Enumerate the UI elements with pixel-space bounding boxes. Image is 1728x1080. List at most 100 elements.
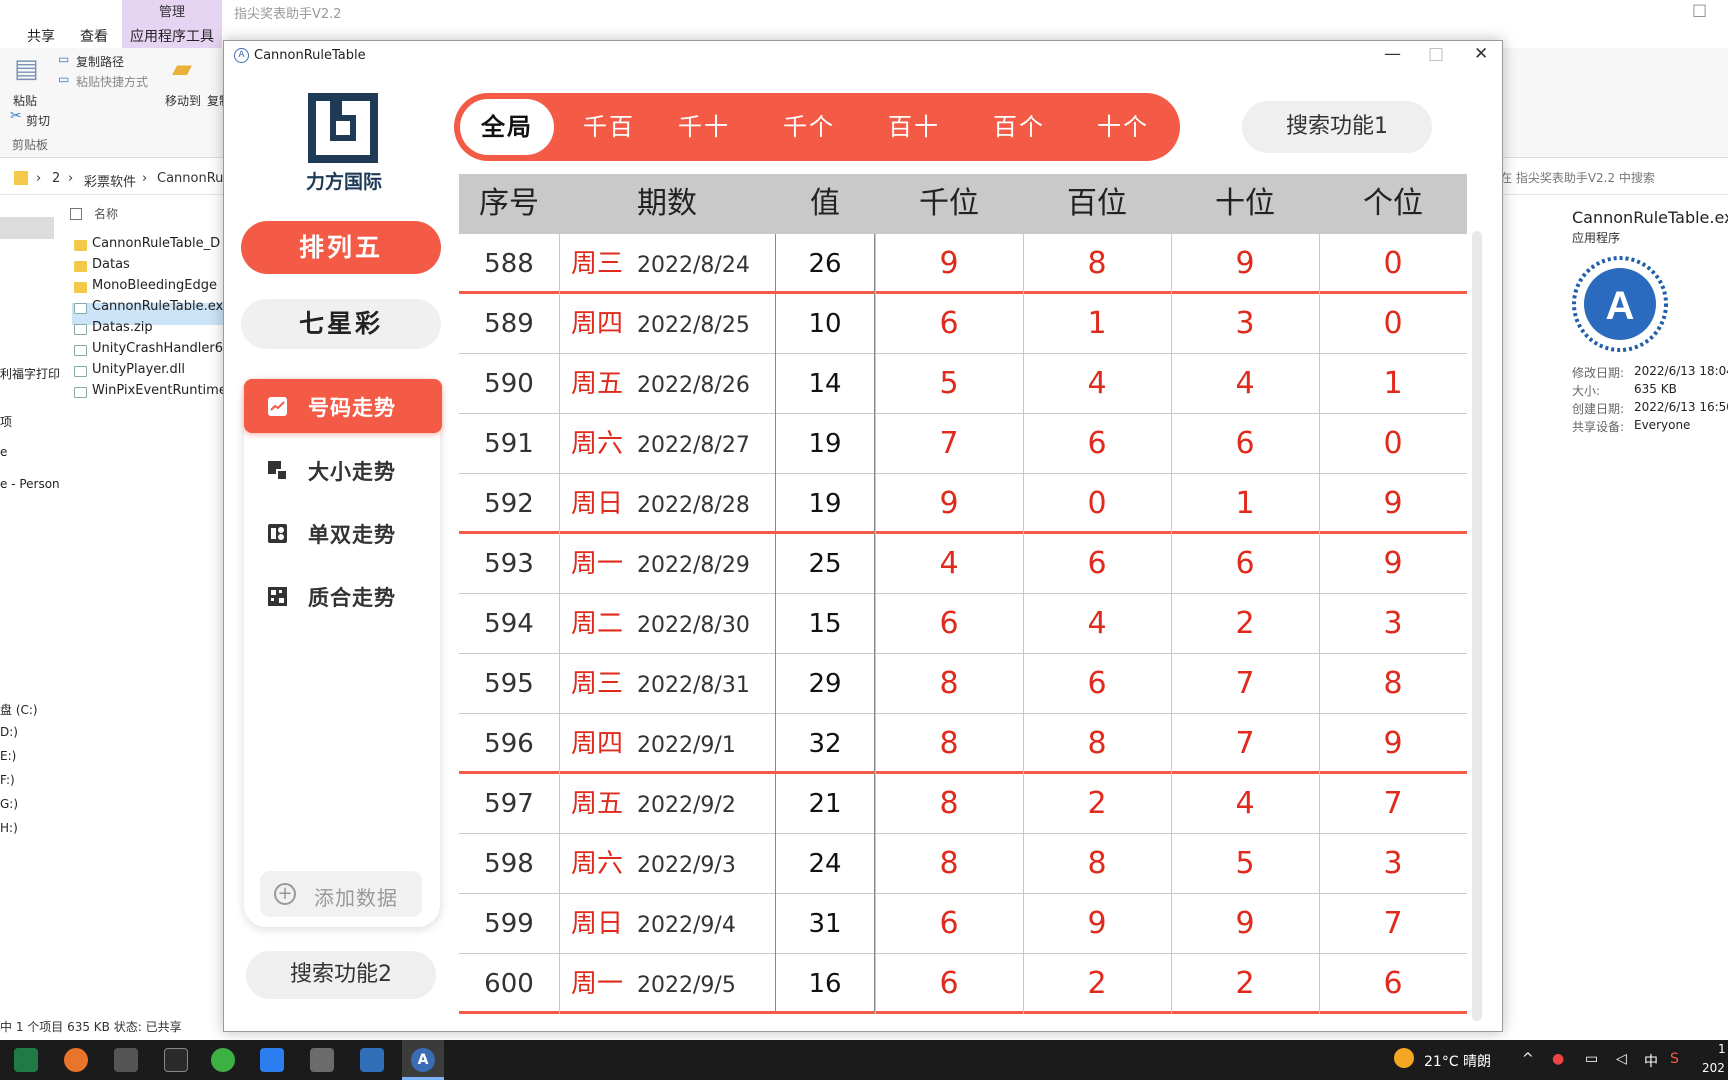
lottery-pailie5-button[interactable]: 排列五 xyxy=(241,221,441,274)
tab-manage[interactable]: 管理 应用程序工具 xyxy=(122,0,222,48)
sogou-icon[interactable]: S xyxy=(1670,1051,1679,1067)
table-row[interactable]: 600 周一 2022/9/5 16 6 2 2 6 xyxy=(459,954,1467,1014)
digit-cell: 9 xyxy=(1087,906,1107,941)
calculator-icon[interactable] xyxy=(310,1048,334,1072)
lottery-qixingcai-button[interactable]: 七星彩 xyxy=(241,299,441,349)
add-data-button[interactable]: + 添加数据 xyxy=(260,871,422,917)
chevron-up-icon[interactable]: ^ xyxy=(1522,1051,1534,1067)
firefox-icon[interactable] xyxy=(64,1048,88,1072)
maximize-icon[interactable]: □ xyxy=(1428,44,1444,64)
table-row[interactable]: 599 周日 2022/9/4 31 6 9 9 7 xyxy=(459,894,1467,954)
file-item-selected[interactable]: CannonRuleTable.ex xyxy=(92,299,223,314)
nav-item[interactable]: H:) xyxy=(0,821,18,835)
table-row[interactable]: 598 周六 2022/9/3 24 8 8 5 3 xyxy=(459,834,1467,894)
select-all-checkbox[interactable] xyxy=(70,208,82,220)
unity-file-icon xyxy=(74,345,87,356)
paste-shortcut-button[interactable]: 粘贴快捷方式 xyxy=(76,73,148,90)
period-cell: 周一 2022/8/29 xyxy=(559,534,775,594)
unity-icon[interactable] xyxy=(164,1048,188,1072)
menu-item-prime-trend[interactable]: 质合走势 xyxy=(244,569,442,623)
tab-shige[interactable]: 十个 xyxy=(1073,93,1173,161)
file-item[interactable]: Datas.zip xyxy=(92,320,153,335)
clock-date[interactable]: 202 xyxy=(1702,1061,1725,1075)
table-row[interactable]: 595 周三 2022/8/31 29 8 6 7 8 xyxy=(459,654,1467,714)
tab-qianshi[interactable]: 千十 xyxy=(654,93,754,161)
search2-button[interactable]: 搜索功能2 xyxy=(246,951,436,999)
close-icon[interactable]: ✕ xyxy=(1474,44,1488,64)
feishu-icon[interactable] xyxy=(260,1048,284,1072)
wechat-icon[interactable] xyxy=(211,1048,235,1072)
digit-cell: 0 xyxy=(1383,426,1403,461)
file-item[interactable]: WinPixEventRuntime xyxy=(92,383,227,398)
table-row[interactable]: 588 周三 2022/8/24 26 9 8 9 0 xyxy=(459,234,1467,294)
digit-cell: 4 xyxy=(939,546,959,581)
tab-share[interactable]: 共享 xyxy=(27,26,55,46)
digit-cell: 4 xyxy=(1087,606,1107,641)
file-item[interactable]: MonoBleedingEdge xyxy=(92,278,217,293)
unity-hub-icon[interactable] xyxy=(114,1048,138,1072)
nav-item[interactable]: G:) xyxy=(0,797,18,811)
paste-icon[interactable]: ▤ xyxy=(14,54,39,84)
nav-item[interactable]: 项 xyxy=(0,413,12,430)
column-header-name[interactable]: 名称 xyxy=(94,205,118,222)
tab-qiange[interactable]: 千个 xyxy=(759,93,859,161)
tab-view[interactable]: 查看 xyxy=(80,26,108,46)
network-icon[interactable]: ▭ xyxy=(1585,1051,1598,1067)
date-label: 2022/8/28 xyxy=(637,493,750,518)
tab-qianbai[interactable]: 千百 xyxy=(559,93,659,161)
volume-icon[interactable]: ◁ xyxy=(1616,1051,1627,1067)
clock-time[interactable]: 1 xyxy=(1718,1042,1726,1056)
file-item[interactable]: UnityCrashHandler6 xyxy=(92,341,223,356)
menu-item-size-trend[interactable]: 大小走势 xyxy=(244,443,442,497)
digit-cell: 6 xyxy=(1087,666,1107,701)
table-row[interactable]: 594 周二 2022/8/30 15 6 4 2 3 xyxy=(459,594,1467,654)
ime-indicator[interactable]: 中 xyxy=(1644,1051,1658,1071)
seq-cell: 594 xyxy=(484,609,534,639)
breadcrumb-item[interactable]: 彩票软件 xyxy=(84,171,136,190)
table-row[interactable]: 596 周四 2022/9/1 32 8 8 7 9 xyxy=(459,714,1467,774)
search1-button[interactable]: 搜索功能1 xyxy=(1242,101,1432,153)
file-item[interactable]: Datas xyxy=(92,257,130,272)
menu-item-odd-even-trend[interactable]: 单双走势 xyxy=(244,506,442,560)
date-label: 2022/9/2 xyxy=(637,793,736,818)
title-bar[interactable]: A CannonRuleTable — □ ✕ xyxy=(224,41,1502,71)
paste-button[interactable]: 粘贴 xyxy=(13,92,37,109)
digit-cell: 8 xyxy=(939,846,959,881)
weather-icon[interactable] xyxy=(1394,1048,1414,1068)
nav-item[interactable]: 盘 (C:) xyxy=(0,701,38,718)
nav-item[interactable]: D:) xyxy=(0,725,18,739)
table-scrollbar[interactable] xyxy=(1472,231,1482,1021)
explorer-search-input[interactable]: 在 指尖奖表助手V2.2 中搜索 xyxy=(1500,169,1655,186)
nav-item[interactable]: e - Person xyxy=(0,477,60,491)
move-to-button[interactable]: 移动到 xyxy=(165,92,201,109)
tab-baige[interactable]: 百个 xyxy=(969,93,1069,161)
cut-button[interactable]: 剪切 xyxy=(26,112,50,129)
nav-item[interactable]: F:) xyxy=(0,773,15,787)
nav-item[interactable]: e xyxy=(0,445,7,459)
menu-item-number-trend[interactable]: 号码走势 xyxy=(244,379,442,433)
table-row[interactable]: 591 周六 2022/8/27 19 7 6 6 0 xyxy=(459,414,1467,474)
details-file-name: CannonRuleTable.ex xyxy=(1572,208,1728,227)
taskbar-active-app[interactable]: A xyxy=(402,1040,444,1080)
breadcrumb-item[interactable]: 2 xyxy=(52,171,60,186)
tray-app-icon[interactable]: ● xyxy=(1552,1051,1564,1067)
chevron-icon: › xyxy=(36,171,42,186)
weather-text[interactable]: 21°C 晴朗 xyxy=(1424,1051,1491,1071)
file-item[interactable]: CannonRuleTable_D xyxy=(92,236,220,251)
nav-item[interactable]: 利福字打印 xyxy=(0,365,60,382)
control-panel-icon[interactable] xyxy=(360,1048,384,1072)
table-row[interactable]: 597 周五 2022/9/2 21 8 2 4 7 xyxy=(459,774,1467,834)
excel-icon[interactable] xyxy=(14,1048,38,1072)
table-row[interactable]: 589 周四 2022/8/25 10 6 1 3 0 xyxy=(459,294,1467,354)
move-to-icon[interactable]: ▰ xyxy=(172,54,192,84)
maximize-icon[interactable]: □ xyxy=(1692,0,1707,19)
table-row[interactable]: 590 周五 2022/8/26 14 5 4 4 1 xyxy=(459,354,1467,414)
table-row[interactable]: 593 周一 2022/8/29 25 4 6 6 9 xyxy=(459,534,1467,594)
nav-item[interactable]: E:) xyxy=(0,749,16,763)
table-row[interactable]: 592 周日 2022/8/28 19 9 0 1 9 xyxy=(459,474,1467,534)
file-item[interactable]: UnityPlayer.dll xyxy=(92,362,185,377)
tab-baishi[interactable]: 百十 xyxy=(864,93,964,161)
copy-path-button[interactable]: 复制路径 xyxy=(76,53,124,70)
tab-global[interactable]: 全局 xyxy=(457,93,557,161)
minimize-icon[interactable]: — xyxy=(1384,44,1401,64)
